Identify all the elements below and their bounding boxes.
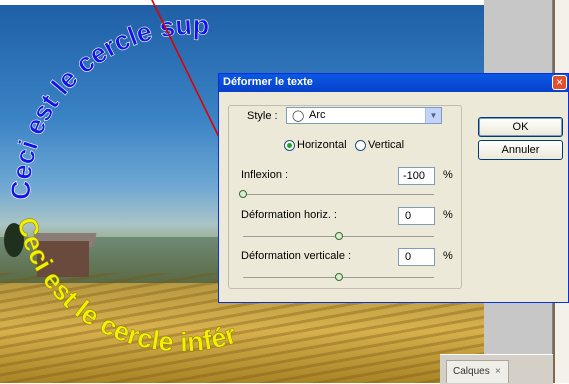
deform-h-slider-thumb[interactable] — [334, 232, 343, 240]
inflexion-input[interactable]: -100 — [398, 167, 435, 185]
top-arc-textpath: Ceci est le cercle sup — [5, 10, 210, 201]
close-icon[interactable]: × — [552, 75, 567, 90]
deform-h-input[interactable]: 0 — [398, 207, 435, 225]
inflexion-slider-track[interactable] — [243, 194, 434, 195]
cancel-button[interactable]: Annuler — [478, 140, 563, 160]
close-icon[interactable]: × — [495, 366, 501, 377]
tab-calques[interactable]: Calques × — [446, 360, 509, 383]
deform-h-percent: % — [443, 209, 453, 221]
radio-vertical-label[interactable]: Vertical — [368, 139, 404, 151]
chevron-down-icon[interactable]: ▼ — [425, 108, 441, 123]
style-select-value: Arc — [309, 109, 326, 121]
top-arc-text: Ceci est le cercle sup — [6, 10, 210, 200]
radio-vertical[interactable] — [355, 140, 366, 151]
calques-tab-label: Calques — [453, 366, 490, 377]
deform-h-label: Déformation horiz. : — [241, 209, 337, 221]
bottom-arc-textpath: Ceci est le cercle infér — [12, 214, 241, 357]
dialog-titlebar[interactable]: Déformer le texte × — [219, 74, 568, 92]
style-select[interactable]: ◯ Arc ▼ — [286, 107, 442, 124]
inflexion-label: Inflexion : — [241, 169, 289, 181]
radio-horizontal[interactable] — [284, 140, 295, 151]
deform-v-label: Déformation verticale : — [241, 250, 352, 262]
warp-text-dialog: Déformer le texte × Style : ◯ Arc ▼ Hori… — [218, 73, 569, 303]
dialog-title: Déformer le texte — [223, 76, 313, 88]
deform-v-slider-thumb[interactable] — [334, 273, 343, 281]
bottom-arc-text: Ceci est le cercle infér — [12, 215, 241, 358]
arc-warp-icon: ◯ — [292, 110, 305, 122]
inflexion-slider-thumb[interactable] — [239, 190, 247, 198]
radio-horizontal-label[interactable]: Horizontal — [297, 139, 347, 151]
deform-v-percent: % — [443, 250, 453, 262]
inflexion-percent: % — [443, 169, 453, 181]
ok-button[interactable]: OK — [478, 117, 563, 137]
style-label: Style : — [247, 110, 278, 122]
deform-v-input[interactable]: 0 — [398, 248, 435, 266]
